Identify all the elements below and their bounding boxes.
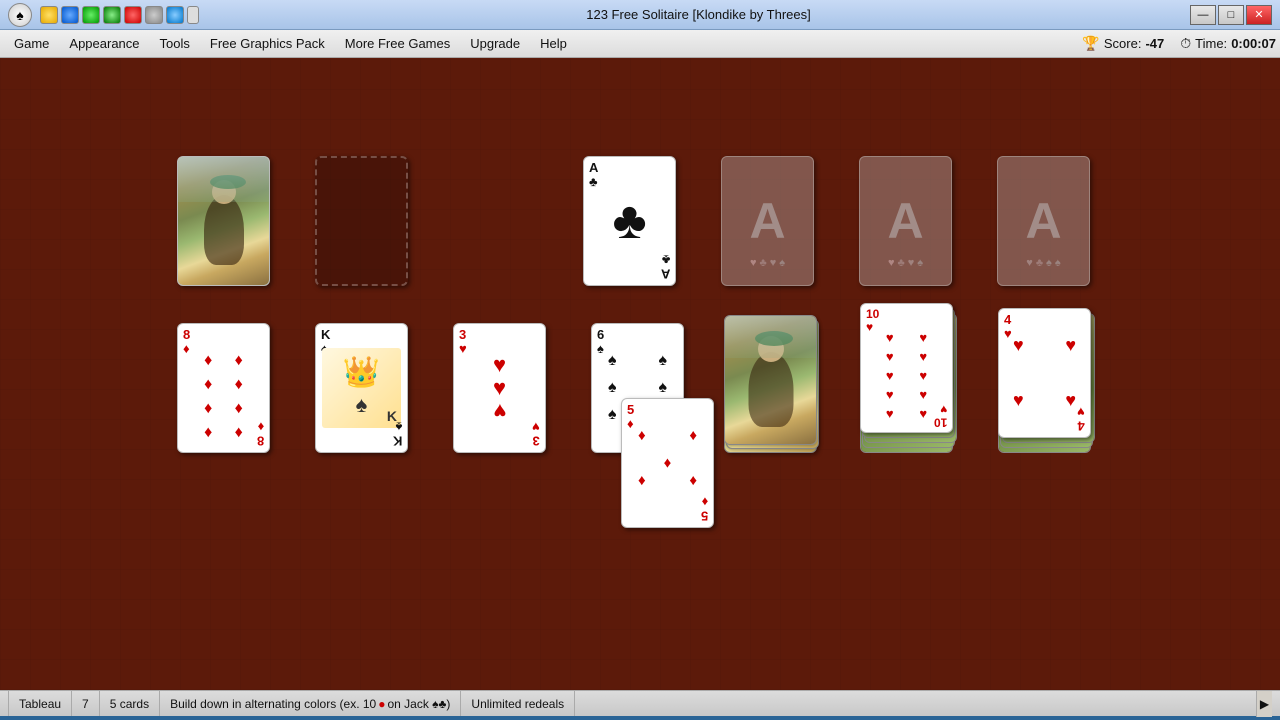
status-cards: 5 cards: [100, 691, 160, 716]
menu-free-graphics[interactable]: Free Graphics Pack: [200, 32, 335, 55]
tableau-2-card-1[interactable]: K♠ 👑♠ K K♠: [315, 323, 408, 453]
status-hint: Build down in alternating colors (ex. 10…: [160, 691, 461, 716]
menu-more-games[interactable]: More Free Games: [335, 32, 460, 55]
status-mode: Tableau: [8, 691, 72, 716]
menu-help[interactable]: Help: [530, 32, 577, 55]
toolbar-btn-1[interactable]: [40, 6, 58, 24]
scrollbar-button[interactable]: ▶: [1256, 691, 1272, 717]
tableau-5-stack: [724, 323, 817, 453]
time-block: ⏱ Time: 0:00:07: [1180, 35, 1276, 52]
toolbar-btn-8[interactable]: [187, 6, 199, 24]
menubar: Game Appearance Tools Free Graphics Pack…: [0, 30, 1280, 58]
menu-tools[interactable]: Tools: [150, 32, 200, 55]
score-block: 🏆 Score: -47: [1082, 35, 1164, 52]
stock-pile[interactable]: [177, 156, 270, 286]
score-label: Score:: [1104, 36, 1142, 51]
status-cards-value: 5 cards: [110, 697, 149, 711]
toolbar-btn-6[interactable]: [145, 6, 163, 24]
toolbar-btn-7[interactable]: [166, 6, 184, 24]
score-area: 🏆 Score: -47 ⏱ Time: 0:00:07: [1082, 35, 1276, 52]
foundation-1[interactable]: A♣ ♣ A♣: [583, 156, 676, 286]
game-area[interactable]: A♣ ♣ A♣ A ♥ ♣ ♥ ♠ A ♥ ♣ ♥ ♠ A ♥ ♣ ♠ ♠: [0, 58, 1280, 690]
waste-pile[interactable]: [315, 156, 408, 286]
status-hint-text2: on Jack ♠♣): [387, 697, 450, 711]
time-label: Time:: [1195, 36, 1227, 51]
window-title: 123 Free Solitaire [Klondike by Threes]: [207, 7, 1190, 22]
tableau-4-card-2[interactable]: 5♦ ♦ ♦ ♦ ♦ ♦ 5♦: [621, 398, 714, 528]
status-redeals: Unlimited redeals: [461, 691, 575, 716]
toolbar-btn-4[interactable]: [103, 6, 121, 24]
menu-upgrade[interactable]: Upgrade: [460, 32, 530, 55]
tableau-1-card-1[interactable]: 8♦ ♦ ♦ ♦ ♦ ♦ ♦ ♦ ♦ 8♦: [177, 323, 270, 453]
statusbar: Tableau 7 5 cards Build down in alternat…: [0, 690, 1280, 716]
window-controls: — □ ✕: [1190, 5, 1272, 25]
time-value: 0:00:07: [1231, 36, 1276, 51]
menu-appearance[interactable]: Appearance: [59, 32, 149, 55]
toolbar-btn-3[interactable]: [82, 6, 100, 24]
score-value: -47: [1145, 36, 1164, 51]
app-icon: ♠: [8, 3, 32, 27]
ace-clubs-face: A♣ ♣ A♣: [584, 157, 675, 285]
toolbar-btn-5[interactable]: [124, 6, 142, 24]
status-tableau-label: Tableau: [19, 697, 61, 711]
toolbar-btn-2[interactable]: [61, 6, 79, 24]
status-count-value: 7: [82, 697, 89, 711]
foundation-3[interactable]: A ♥ ♣ ♥ ♠: [859, 156, 952, 286]
maximize-button[interactable]: □: [1218, 5, 1244, 25]
toolbar-buttons: [40, 6, 199, 24]
foundation-4[interactable]: A ♥ ♣ ♠ ♠: [997, 156, 1090, 286]
status-redeals-value: Unlimited redeals: [471, 697, 564, 711]
status-dot: ●: [378, 697, 385, 711]
foundation-2[interactable]: A ♥ ♣ ♥ ♠: [721, 156, 814, 286]
minimize-button[interactable]: —: [1190, 5, 1216, 25]
time-icon: ⏱: [1180, 35, 1191, 52]
status-count: 7: [72, 691, 100, 716]
close-button[interactable]: ✕: [1246, 5, 1272, 25]
menu-game[interactable]: Game: [4, 32, 59, 55]
tableau-3-card-1[interactable]: 3♥ ♥ ♥ ♥ 3♥: [453, 323, 546, 453]
score-icon: 🏆: [1082, 35, 1099, 52]
status-hint-text: Build down in alternating colors (ex. 10: [170, 697, 376, 711]
titlebar: ♠ 123 Free Solitaire [Klondike by Threes…: [0, 0, 1280, 30]
